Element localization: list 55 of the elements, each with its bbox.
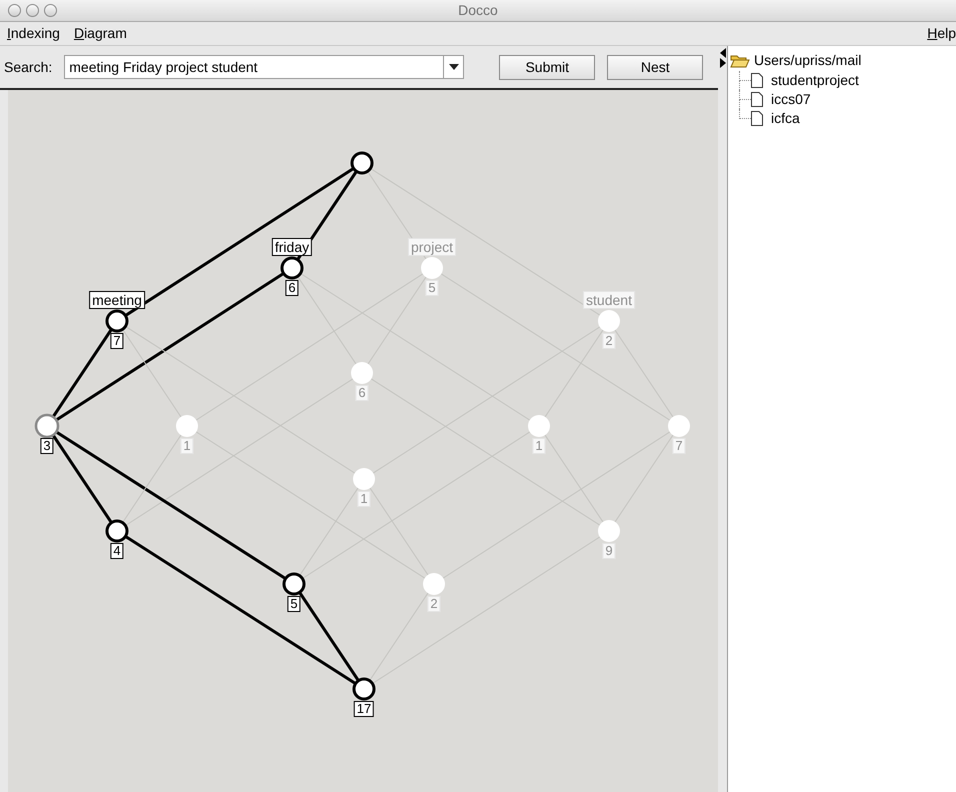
tree-item[interactable]: studentproject xyxy=(771,70,859,91)
menu-item[interactable]: Diagram xyxy=(66,23,134,44)
lattice-node[interactable] xyxy=(353,468,375,490)
lattice-node[interactable] xyxy=(421,257,443,279)
object-count: 1 xyxy=(532,438,546,454)
object-count: 5 xyxy=(287,596,301,612)
caret-icon xyxy=(448,64,459,70)
object-count: 9 xyxy=(602,543,616,559)
lattice-node[interactable] xyxy=(106,310,128,332)
object-count: 6 xyxy=(285,280,299,296)
object-count: 3 xyxy=(40,438,54,454)
window-control-icon[interactable] xyxy=(8,4,21,17)
search-label: Search: xyxy=(4,58,52,76)
lattice-node[interactable] xyxy=(280,256,304,280)
lattice-node[interactable] xyxy=(528,415,550,437)
file-icon xyxy=(751,111,763,126)
search-button[interactable]: Submit xyxy=(499,54,596,80)
object-count: 2 xyxy=(427,596,441,612)
file-icon xyxy=(751,92,763,107)
lattice-node[interactable] xyxy=(598,310,620,332)
search-button[interactable]: Nest xyxy=(607,54,704,80)
tree-item[interactable]: iccs07 xyxy=(771,89,811,110)
tree-item[interactable]: Users/upriss/mail xyxy=(754,50,862,71)
attribute-label: student xyxy=(583,291,635,309)
lattice-node[interactable] xyxy=(668,415,690,437)
lattice-node[interactable] xyxy=(352,678,376,700)
tree-item[interactable]: icfca xyxy=(771,108,800,129)
object-count: 1 xyxy=(180,438,194,454)
lattice-node[interactable] xyxy=(598,520,620,542)
lattice-node[interactable] xyxy=(106,520,128,542)
lattice-node[interactable] xyxy=(282,572,306,596)
object-count: 17 xyxy=(354,701,374,717)
attribute-label: friday xyxy=(272,238,312,256)
menu-item[interactable]: Help xyxy=(927,23,956,44)
object-count: 4 xyxy=(110,543,124,559)
file-icon xyxy=(751,73,763,88)
attribute-label: meeting xyxy=(89,291,145,309)
search-field[interactable]: meeting Friday project student xyxy=(64,55,444,79)
lattice-node[interactable] xyxy=(351,362,373,384)
lattice-node[interactable] xyxy=(34,414,60,438)
object-count: 7 xyxy=(110,333,124,349)
object-count: 6 xyxy=(355,385,369,401)
menu-item[interactable]: Indexing xyxy=(0,23,67,44)
attribute-label: project xyxy=(408,238,456,256)
dropdown-button[interactable] xyxy=(444,55,464,79)
object-count: 1 xyxy=(357,491,371,507)
lattice-node[interactable] xyxy=(423,573,445,595)
lattice-node[interactable] xyxy=(350,152,374,174)
window-control-icon[interactable] xyxy=(26,4,39,17)
object-count: 7 xyxy=(672,438,686,454)
object-count: 5 xyxy=(425,280,439,296)
object-count: 2 xyxy=(602,333,616,349)
window-title: Docco xyxy=(458,1,498,20)
window-control-icon[interactable] xyxy=(44,4,57,17)
lattice-node[interactable] xyxy=(176,415,198,437)
